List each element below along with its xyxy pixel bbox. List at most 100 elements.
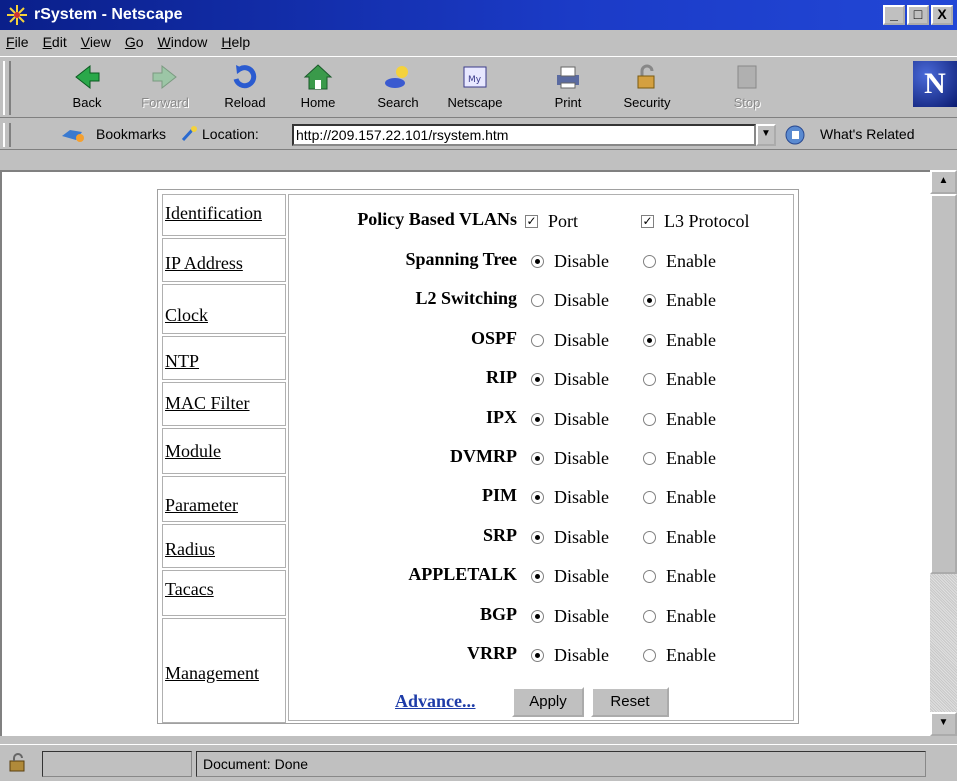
nav-link-mac-filter[interactable]: MAC Filter <box>165 393 250 413</box>
rip-enable-radio[interactable] <box>643 373 656 387</box>
pim-enable-option: Enable <box>643 487 716 508</box>
nav-link-module[interactable]: Module <box>165 441 221 461</box>
menu-help[interactable]: Help <box>221 34 250 50</box>
bgp-enable-radio[interactable] <box>643 609 656 623</box>
vlan-label: Policy Based VLANs <box>357 209 517 229</box>
menu-view[interactable]: View <box>81 34 111 50</box>
pim-enable-radio[interactable] <box>643 491 656 505</box>
maximize-button[interactable]: □ <box>907 5 929 25</box>
minimize-button[interactable]: _ <box>883 5 905 25</box>
ipx-enable-radio[interactable] <box>643 412 656 426</box>
reload-button[interactable]: Reload <box>210 61 280 117</box>
spanning-tree-disable-radio[interactable] <box>531 255 544 268</box>
nav-link-tacacs[interactable]: Tacacs <box>165 579 214 599</box>
menu-go[interactable]: Go <box>125 34 144 50</box>
location-dropdown-icon[interactable]: ▼ <box>756 124 776 146</box>
menu-file[interactable]: File <box>6 34 29 50</box>
nav-link-management[interactable]: Management <box>165 663 259 683</box>
vlan-l3-checkbox[interactable]: ✓ <box>641 215 654 228</box>
l2-switching-enable-radio[interactable] <box>643 294 656 308</box>
dvmrp-enable-radio[interactable] <box>643 452 656 465</box>
srp-enable-option: Enable <box>643 527 716 548</box>
l2-switching-label: L2 Switching <box>415 288 517 309</box>
nav-link-clock[interactable]: Clock <box>165 305 208 325</box>
bgp-label: BGP <box>479 603 517 624</box>
nav-link-radius[interactable]: Radius <box>165 539 215 559</box>
print-button[interactable]: Print <box>533 61 603 117</box>
dvmrp-disable-option: Disable <box>531 448 609 469</box>
vlan-port-label: Port <box>548 211 579 231</box>
forward-button[interactable]: Forward <box>130 61 200 117</box>
menu-edit[interactable]: Edit <box>43 34 67 50</box>
appletalk-enable-radio[interactable] <box>643 570 656 584</box>
ospf-row: OSPF Disable Enable <box>289 324 795 352</box>
apply-button[interactable]: Apply <box>512 687 584 717</box>
enable-label: Enable <box>666 645 716 665</box>
vlan-l3-label: L3 Protocol <box>664 211 750 231</box>
location-label: Location: <box>202 126 259 142</box>
vlan-port-checkbox[interactable]: ✓ <box>525 215 538 228</box>
ospf-label: OSPF <box>470 327 517 348</box>
search-button[interactable]: Search <box>363 61 433 117</box>
advance-link[interactable]: Advance... <box>395 691 476 712</box>
pim-disable-option: Disable <box>531 487 609 508</box>
whats-related-button[interactable]: What's Related <box>820 126 915 142</box>
enable-label: Enable <box>666 329 716 350</box>
srp-disable-radio[interactable] <box>531 530 544 544</box>
scroll-down-icon[interactable]: ▼ <box>930 712 957 736</box>
disable-label: Disable <box>554 566 609 587</box>
srp-enable-radio[interactable] <box>643 530 656 544</box>
vrrp-disable-option: Disable <box>531 645 609 666</box>
window-title: rSystem - Netscape <box>34 6 183 23</box>
vertical-scrollbar[interactable]: ▲ ▼ <box>930 170 957 736</box>
close-button[interactable]: X <box>931 5 953 25</box>
netscape-logo[interactable]: N <box>913 61 957 107</box>
bgp-enable-option: Enable <box>643 606 716 627</box>
nav-cell-module: Module <box>162 428 286 474</box>
bgp-disable-radio[interactable] <box>531 609 544 623</box>
pim-disable-radio[interactable] <box>531 491 544 505</box>
nav-cell-mac-filter: MAC Filter <box>162 382 286 426</box>
nav-link-parameter[interactable]: Parameter <box>165 495 238 515</box>
bookmarks-icon[interactable] <box>60 126 86 144</box>
whats-related-icon[interactable] <box>784 124 806 149</box>
location-url-input[interactable]: http://209.157.22.101/rsystem.htm <box>292 124 756 146</box>
menu-window[interactable]: Window <box>158 34 208 50</box>
ipx-disable-radio[interactable] <box>531 412 544 426</box>
ospf-enable-radio[interactable] <box>643 333 656 347</box>
srp-disable-option: Disable <box>531 527 609 548</box>
nav-link-identification[interactable]: Identification <box>165 203 262 223</box>
vrrp-disable-radio[interactable] <box>531 649 544 662</box>
srp-row: SRP Disable Enable <box>289 521 795 549</box>
vlan-port-option: ✓ Port <box>525 211 578 232</box>
toolbar-grip[interactable] <box>3 61 11 115</box>
scroll-up-icon[interactable]: ▲ <box>930 170 957 194</box>
vrrp-row: VRRP Disable Enable <box>289 639 795 667</box>
appletalk-disable-radio[interactable] <box>531 570 544 584</box>
home-icon <box>303 64 333 90</box>
location-grip[interactable] <box>3 123 11 147</box>
netscape-button[interactable]: My Netscape <box>440 61 510 117</box>
spanning-tree-enable-radio[interactable] <box>643 255 656 268</box>
reset-button[interactable]: Reset <box>591 687 669 717</box>
back-button[interactable]: Back <box>52 61 122 117</box>
nav-link-ip-address[interactable]: IP Address <box>165 253 243 273</box>
stop-button[interactable]: Stop <box>712 61 782 117</box>
disable-label: Disable <box>554 369 609 390</box>
security-button[interactable]: Security <box>612 61 682 117</box>
vrrp-enable-radio[interactable] <box>643 649 656 662</box>
l2-switching-disable-radio[interactable] <box>531 294 544 308</box>
scroll-thumb[interactable] <box>930 194 957 574</box>
spanning-tree-label: Spanning Tree <box>405 249 517 269</box>
dvmrp-disable-radio[interactable] <box>531 452 544 465</box>
home-button[interactable]: Home <box>283 61 353 117</box>
disable-label: Disable <box>554 251 609 271</box>
bookmarks-button[interactable]: Bookmarks <box>96 126 166 142</box>
location-bar: Bookmarks Location: http://209.157.22.10… <box>0 120 957 150</box>
rip-disable-radio[interactable] <box>531 373 544 387</box>
nav-link-ntp[interactable]: NTP <box>165 351 199 371</box>
security-status-icon[interactable] <box>6 753 32 775</box>
ospf-disable-radio[interactable] <box>531 333 544 347</box>
search-icon <box>385 66 408 88</box>
disable-label: Disable <box>554 605 609 626</box>
